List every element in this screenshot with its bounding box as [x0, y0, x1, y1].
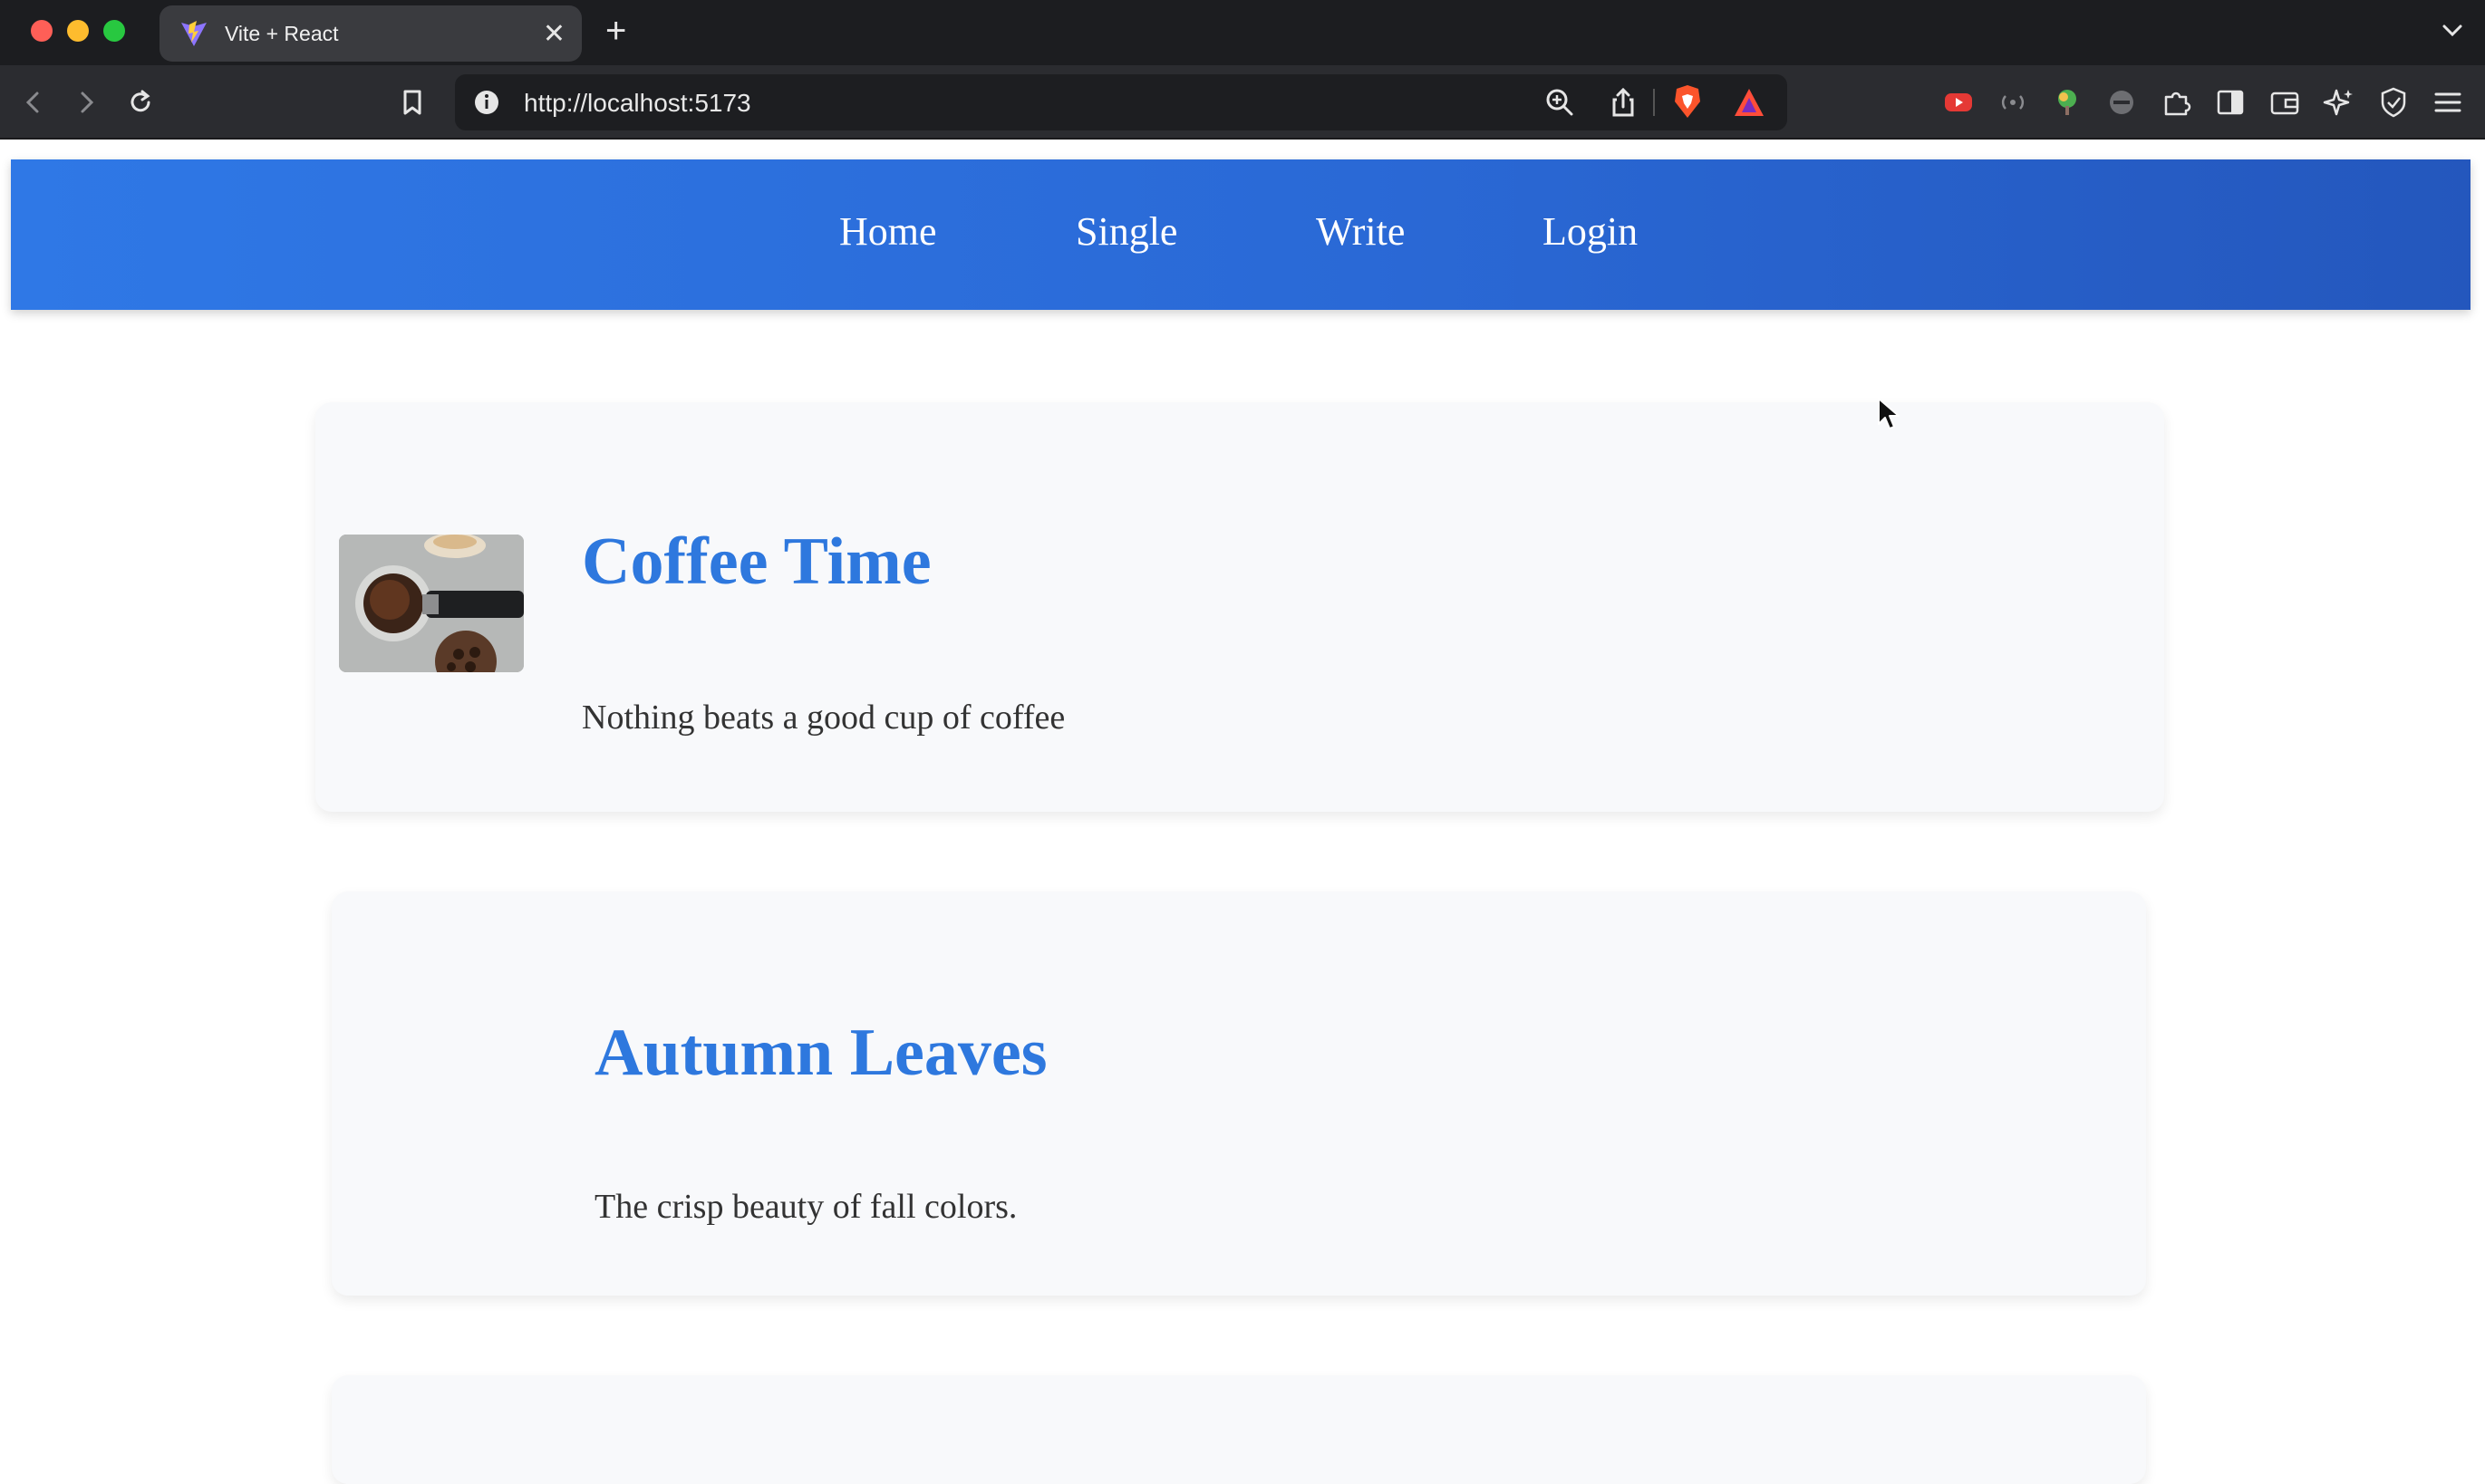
- url-text[interactable]: http://localhost:5173: [524, 89, 751, 118]
- extensions-puzzle-icon[interactable]: [2159, 85, 2193, 120]
- bookmark-icon[interactable]: [393, 83, 431, 121]
- post-card[interactable]: Coffee Time Nothing beats a good cup of …: [315, 402, 2164, 812]
- new-tab-button[interactable]: +: [605, 11, 626, 51]
- minimize-window-button[interactable]: [67, 20, 89, 42]
- coffee-image: [339, 535, 524, 672]
- youtube-extension-icon[interactable]: [1941, 85, 1976, 120]
- nav-link-write[interactable]: Write: [1316, 208, 1405, 255]
- share-icon[interactable]: [1606, 85, 1640, 120]
- page-viewport: Home Single Write Login Coffee Time Noth…: [0, 141, 2485, 1484]
- post-card[interactable]: [332, 1375, 2146, 1484]
- vite-favicon-icon: [181, 21, 207, 46]
- tab-close-icon[interactable]: ✕: [543, 18, 566, 50]
- wallet-icon[interactable]: [2267, 85, 2302, 120]
- post-title[interactable]: Autumn Leaves: [595, 1015, 1048, 1092]
- browser-tab-active[interactable]: Vite + React ✕: [160, 5, 582, 62]
- mouse-cursor-icon: [1878, 398, 1900, 429]
- post-description: Nothing beats a good cup of coffee: [582, 699, 1066, 737]
- close-window-button[interactable]: [31, 20, 53, 42]
- tab-title: Vite + React: [225, 21, 339, 45]
- chevron-down-icon[interactable]: [2436, 14, 2469, 47]
- forward-arrow-icon[interactable]: [67, 83, 105, 121]
- top-navbar: Home Single Write Login: [11, 159, 2470, 310]
- broadcast-extension-icon[interactable]: [1996, 85, 2030, 120]
- reload-icon[interactable]: [121, 83, 160, 121]
- brave-shields-icon[interactable]: [1669, 83, 1706, 121]
- maximize-window-button[interactable]: [103, 20, 125, 42]
- nav-link-login[interactable]: Login: [1542, 208, 1638, 255]
- sidebar-toggle-icon[interactable]: [2213, 85, 2248, 120]
- nav-link-home[interactable]: Home: [839, 208, 937, 255]
- zoom-icon[interactable]: [1542, 85, 1577, 120]
- post-thumbnail[interactable]: [339, 535, 524, 672]
- address-bar-divider: [1653, 89, 1655, 116]
- leo-ai-icon[interactable]: [2322, 85, 2356, 120]
- menu-hamburger-icon[interactable]: [2431, 85, 2465, 120]
- address-bar[interactable]: http://localhost:5173: [455, 74, 1787, 130]
- blocker-extension-icon[interactable]: [2104, 85, 2139, 120]
- site-info-icon[interactable]: [471, 87, 502, 118]
- brave-rewards-icon[interactable]: [1731, 85, 1767, 120]
- post-card[interactable]: Autumn Leaves The crisp beauty of fall c…: [332, 891, 2146, 1296]
- nav-link-single[interactable]: Single: [1076, 208, 1177, 255]
- post-title[interactable]: Coffee Time: [582, 524, 932, 601]
- post-description: The crisp beauty of fall colors.: [595, 1188, 1018, 1226]
- vpn-shield-icon[interactable]: [2376, 85, 2411, 120]
- back-arrow-icon[interactable]: [15, 83, 53, 121]
- browser-tab-bar: Vite + React ✕ +: [0, 0, 2485, 65]
- tree-extension-icon[interactable]: [2050, 85, 2084, 120]
- browser-toolbar: http://localhost:5173: [0, 65, 2485, 140]
